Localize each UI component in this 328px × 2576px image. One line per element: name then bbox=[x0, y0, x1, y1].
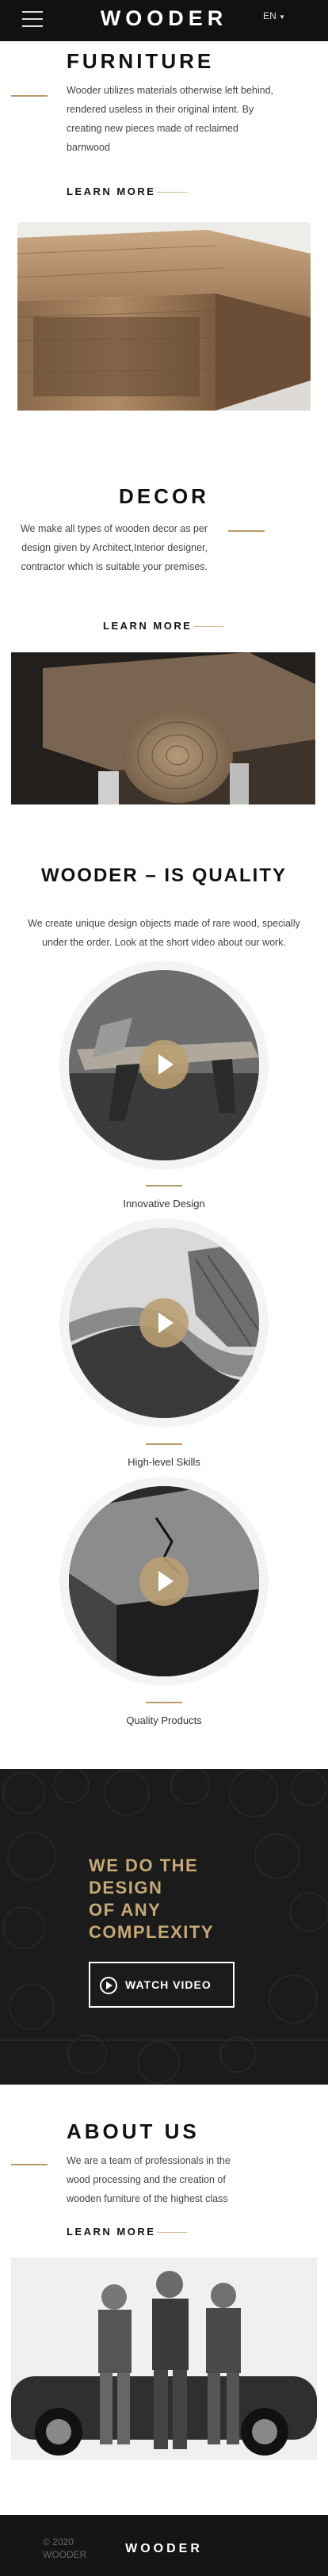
quality-section: WOODER – IS QUALITY We create unique des… bbox=[0, 854, 328, 1769]
about-learn-more-link[interactable]: LEARN MORE bbox=[67, 2226, 155, 2238]
video-caption-1: Innovative Design bbox=[123, 1198, 205, 1210]
divider bbox=[157, 2232, 187, 2233]
video-caption-3: Quality Products bbox=[126, 1714, 202, 1726]
watch-video-button[interactable]: WATCH VIDEO bbox=[89, 1962, 235, 2008]
furniture-title: FURNITURE bbox=[67, 49, 215, 73]
furniture-learn-more-link[interactable]: LEARN MORE bbox=[67, 185, 155, 197]
divider bbox=[11, 2164, 48, 2165]
about-title: ABOUT US bbox=[67, 2119, 200, 2143]
furniture-text: Wooder utilizes materials otherwise left… bbox=[67, 85, 274, 153]
divider bbox=[157, 192, 187, 193]
play-circle-icon bbox=[100, 1977, 117, 1994]
site-footer: © 2020 WOODER WOODER bbox=[0, 2515, 328, 2576]
banner-headline: WE DO THE DESIGN OF ANY COMPLEXITY bbox=[89, 1855, 214, 1943]
divider bbox=[146, 1185, 182, 1187]
divider bbox=[228, 530, 265, 532]
quality-intro: We create unique design objects made of … bbox=[28, 918, 300, 948]
decor-learn-more-link[interactable]: LEARN MORE bbox=[103, 620, 192, 632]
play-button-2[interactable] bbox=[139, 1298, 189, 1347]
banner-headline-line: WE DO THE bbox=[89, 1856, 199, 1875]
divider bbox=[146, 1443, 182, 1445]
banner-headline-line: DESIGN bbox=[89, 1878, 163, 1898]
about-section: ABOUT US We are a team of professionals … bbox=[0, 2085, 328, 2515]
watch-video-label: WATCH VIDEO bbox=[125, 1978, 212, 1991]
footer-logo[interactable]: WOODER bbox=[0, 2542, 328, 2556]
quality-title: WOODER – IS QUALITY bbox=[40, 865, 287, 886]
team-photo bbox=[11, 2257, 317, 2460]
video-caption-2: High-level Skills bbox=[128, 1456, 200, 1468]
play-button-1[interactable] bbox=[139, 1040, 189, 1089]
furniture-image bbox=[17, 222, 311, 411]
divider bbox=[193, 626, 223, 627]
banner-headline-line: OF ANY bbox=[89, 1900, 162, 1920]
language-label: EN bbox=[263, 10, 277, 21]
divider bbox=[146, 1702, 182, 1703]
decor-image bbox=[11, 652, 315, 805]
play-button-3[interactable] bbox=[139, 1557, 189, 1606]
about-text: We are a team of professionals in the wo… bbox=[67, 2155, 231, 2204]
language-selector[interactable]: EN ▼ bbox=[263, 10, 285, 21]
design-banner: WE DO THE DESIGN OF ANY COMPLEXITY WATCH… bbox=[0, 1769, 328, 2085]
divider bbox=[11, 95, 48, 97]
banner-headline-line: COMPLEXITY bbox=[89, 1922, 215, 1942]
chevron-down-icon: ▼ bbox=[279, 13, 285, 21]
decor-title: DECOR bbox=[119, 484, 209, 508]
site-header: WOODER EN ▼ bbox=[0, 0, 328, 41]
decor-text: We make all types of wooden decor as per… bbox=[20, 523, 208, 572]
furniture-section: FURNITURE Wooder utilizes materials othe… bbox=[0, 41, 328, 441]
decor-section: DECOR We make all types of wooden decor … bbox=[0, 441, 328, 854]
